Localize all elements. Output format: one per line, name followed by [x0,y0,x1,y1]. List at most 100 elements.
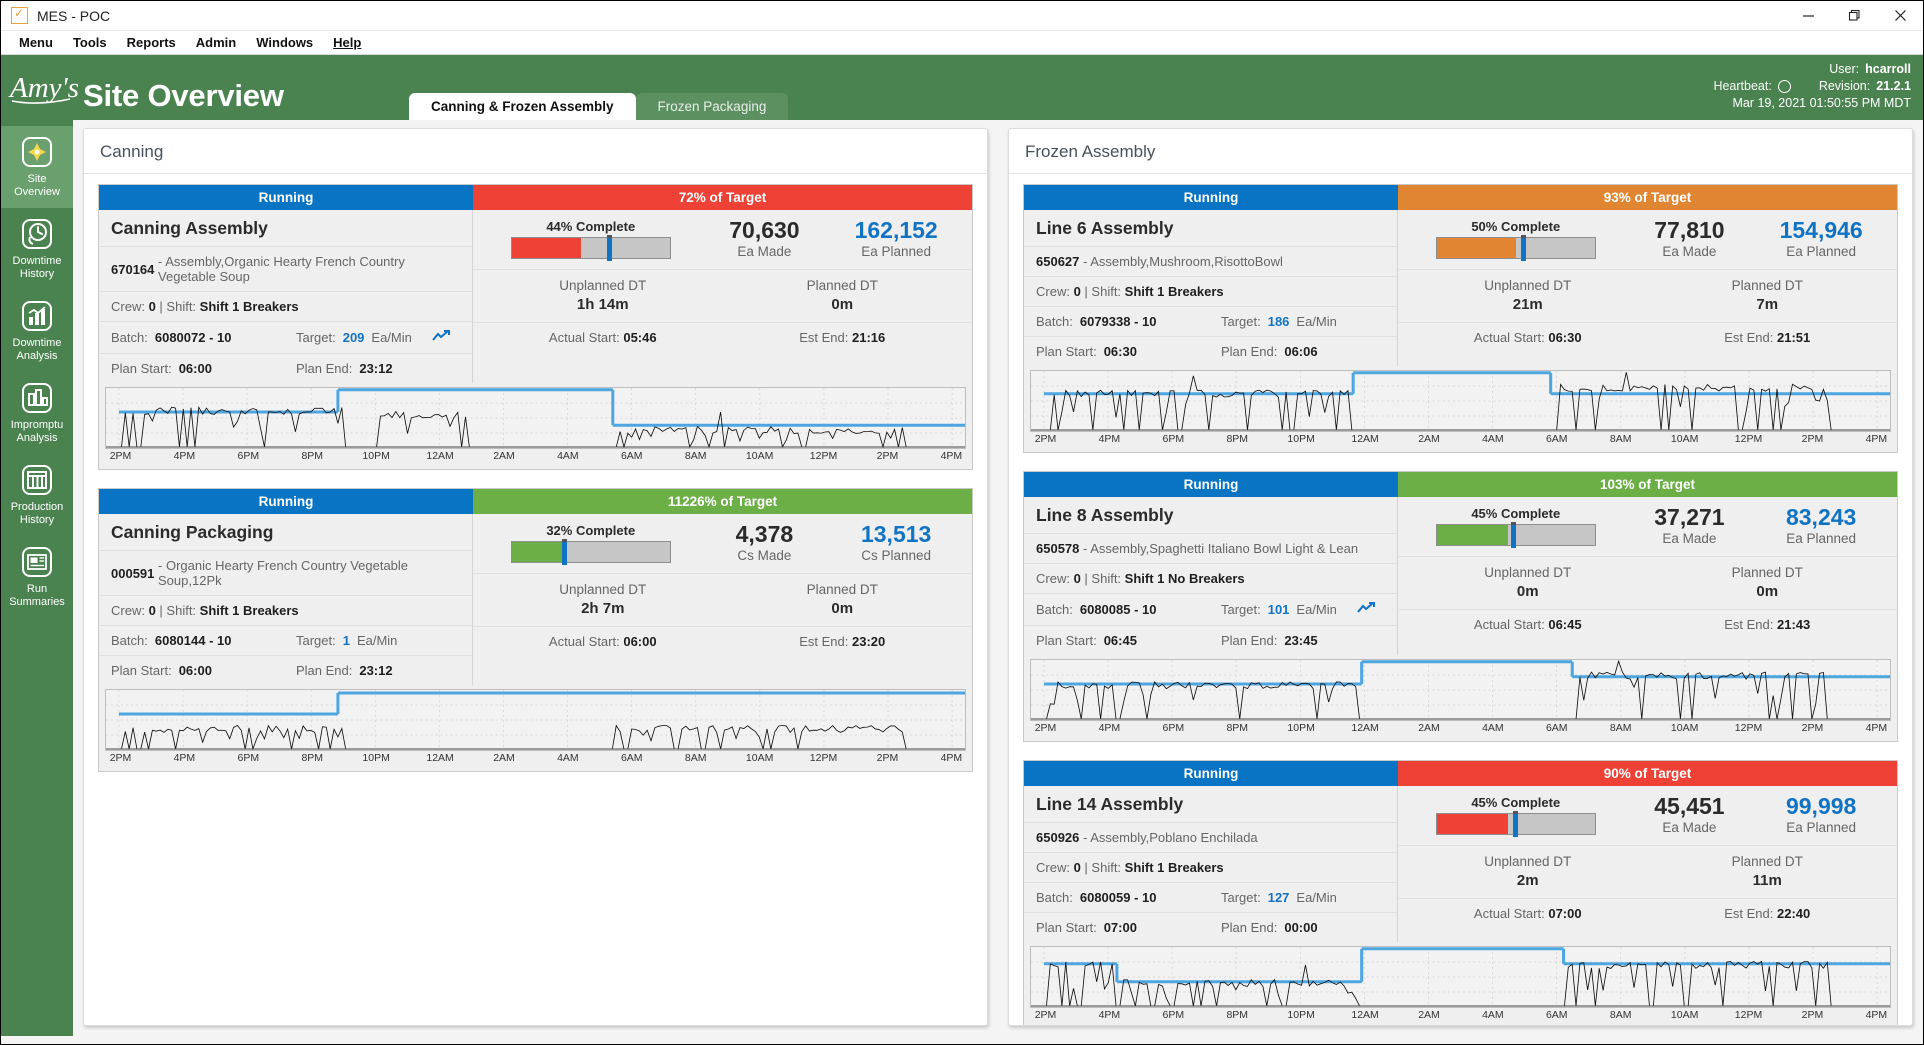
sidebar-item-downtime[interactable]: DowntimeAnalysis [1,290,73,372]
batch-label: Batch: [111,330,148,345]
production-rate-chart[interactable]: 2PM4PM6PM8PM10PM12AM2AM4AM6AM8AM10AM12PM… [99,685,972,771]
axis-tick-label: 10PM [362,450,389,462]
page-title: Site Overview [83,78,284,114]
bar-chart-trend-icon [20,299,54,333]
card-columns: Canning Packaging000591 - Organic Hearty… [99,514,972,685]
counts-group: 45,451Ea Made99,998Ea Planned [1624,793,1887,837]
plan-end-group: Plan End:23:45 [1221,633,1385,648]
production-rate-chart[interactable]: 2PM4PM6PM8PM10PM12AM2AM4AM6AM8AM10AM12PM… [1024,655,1897,741]
axis-tick-label: 12AM [1351,722,1378,734]
plan-start-group: Plan Start:06:00 [111,663,296,678]
card-columns: Canning Assembly670164 - Assembly,Organi… [99,210,972,383]
plan-times-row: Plan Start:06:45Plan End:23:45 [1024,626,1397,655]
app-header: Amy's Site Overview Canning & Frozen Ass… [1,55,1923,120]
line-card[interactable]: Running11226% of TargetCanning Packaging… [98,488,973,772]
line-card[interactable]: Running103% of TargetLine 8 Assembly6505… [1023,471,1898,742]
line-name: Line 8 Assembly [1024,497,1397,534]
planned-metric: 162,152Ea Planned [830,217,962,261]
sidebar-item-impromptu[interactable]: ImpromptuAnalysis [1,372,73,454]
batch-group: Batch:6079338 - 10 [1036,314,1221,329]
production-rate-chart[interactable]: 2PM4PM6PM8PM10PM12AM2AM4AM6AM8AM10AM12PM… [99,383,972,469]
product-description: - Assembly,Organic Hearty French Country… [158,254,460,284]
made-label: Ea Made [1624,530,1756,548]
menu-item-help[interactable]: Help [323,33,371,52]
batch-target-row: Batch:6080144 - 10Target:1Ea/Min [99,626,472,656]
shift-label: Shift: [166,299,196,314]
chart-time-axis: 2PM4PM6PM8PM10PM12AM2AM4AM6AM8AM10AM12PM… [1030,721,1891,739]
complete-label: 32% Complete [546,523,635,538]
line-card[interactable]: Running93% of TargetLine 6 Assembly65062… [1023,184,1898,453]
tab-canning-frozen-assembly[interactable]: Canning & Frozen Assembly [409,93,636,120]
close-button[interactable] [1877,1,1923,31]
plan-times-row: Plan Start:06:30Plan End:06:06 [1024,337,1397,366]
axis-tick-label: 6PM [1163,722,1185,734]
made-value: 4,378 [699,521,831,547]
axis-tick-label: 4PM [1099,722,1121,734]
trend-sparkline-icon[interactable] [432,329,460,346]
batch-value: 6080144 - 10 [155,633,232,648]
production-rate-chart[interactable]: 2PM4PM6PM8PM10PM12AM2AM4AM6AM8AM10AM12PM… [1024,366,1897,452]
est-end-label: Est End: [799,330,848,345]
axis-tick-label: 2PM [1802,1009,1824,1021]
header-status-block: User: hcarroll Heartbeat: Revision: 21.2… [1713,61,1911,112]
sidebar-item-site[interactable]: SiteOverview [1,126,73,208]
line-card[interactable]: Running72% of TargetCanning Assembly6701… [98,184,973,470]
line-card[interactable]: Running90% of TargetLine 14 Assembly6509… [1023,760,1898,1025]
sidebar-item-downtime[interactable]: DowntimeHistory [1,208,73,290]
menu-item-admin[interactable]: Admin [186,33,246,52]
progress-bar [1436,813,1596,835]
main-content: CanningRunning72% of TargetCanning Assem… [73,120,1923,1036]
clock-icon [20,217,54,251]
target-label: Target: [1221,314,1261,329]
axis-tick-label: 8PM [1226,433,1248,445]
restore-button[interactable] [1831,1,1877,31]
axis-tick-label: 2AM [493,752,515,764]
tab-frozen-packaging[interactable]: Frozen Packaging [636,93,789,120]
axis-tick-label: 4PM [1866,722,1888,734]
axis-tick-label: 4PM [174,752,196,764]
crew-shift-row: Crew: 0 | Shift: Shift 1 Breakers [99,292,472,322]
actual-start-value: 05:46 [623,330,656,345]
target-group: Target:127Ea/Min [1221,890,1385,905]
chart-time-axis: 2PM4PM6PM8PM10PM12AM2AM4AM6AM8AM10AM12PM… [1030,1008,1891,1025]
crew-label: Crew: [1036,571,1070,586]
menu-item-reports[interactable]: Reports [117,33,186,52]
sidebar-item-production[interactable]: ProductionHistory [1,454,73,536]
menu-item-windows[interactable]: Windows [246,33,323,52]
product-description: - Assembly,Spaghetti Italiano Bowl Light… [1083,541,1358,556]
header-tabs: Canning & Frozen Assembly Frozen Packagi… [409,93,788,120]
plan-start-label: Plan Start: [1036,920,1097,935]
line-name: Line 14 Assembly [1024,786,1397,823]
progress-and-counts-row: 32% Complete4,378Cs Made13,513Cs Planned [473,514,972,574]
menu-item-menu[interactable]: Menu [9,33,63,52]
unplanned-dt-value: 21m [1408,295,1648,315]
target-units: Ea/Min [1296,314,1336,329]
trend-sparkline-icon[interactable] [1357,601,1385,618]
complete-label: 45% Complete [1471,795,1560,810]
line-name: Line 6 Assembly [1024,210,1397,247]
actual-start-label: Actual Start: [1474,617,1545,632]
sidebar-item-run[interactable]: RunSummaries [1,536,73,618]
complete-label: 50% Complete [1471,219,1560,234]
panel-card-list: Running72% of TargetCanning Assembly6701… [84,174,987,786]
unplanned-downtime: Unplanned DT2h 7m [483,581,723,619]
actual-start-value: 06:00 [623,634,656,649]
production-rate-chart[interactable]: 2PM4PM6PM8PM10PM12AM2AM4AM6AM8AM10AM12PM… [1024,942,1897,1025]
target-group: Target:1Ea/Min [296,633,460,648]
axis-tick-label: 8AM [1610,722,1632,734]
axis-tick-label: 8PM [301,450,323,462]
made-value: 37,271 [1624,504,1756,530]
chart-plot-area [105,689,966,751]
plan-end-value: 23:12 [359,663,392,678]
menu-item-tools[interactable]: Tools [63,33,117,52]
complete-label: 45% Complete [1471,506,1560,521]
chart-plot-area [1030,370,1891,432]
target-value: 101 [1268,602,1290,617]
shift-label: Shift: [1091,284,1121,299]
minimize-button[interactable] [1785,1,1831,31]
est-end-label: Est End: [1724,330,1773,345]
made-label: Ea Made [1624,243,1756,261]
status-badge: Running [1024,472,1398,497]
axis-tick-label: 12AM [1351,433,1378,445]
crew-value: 0 [1074,571,1081,586]
